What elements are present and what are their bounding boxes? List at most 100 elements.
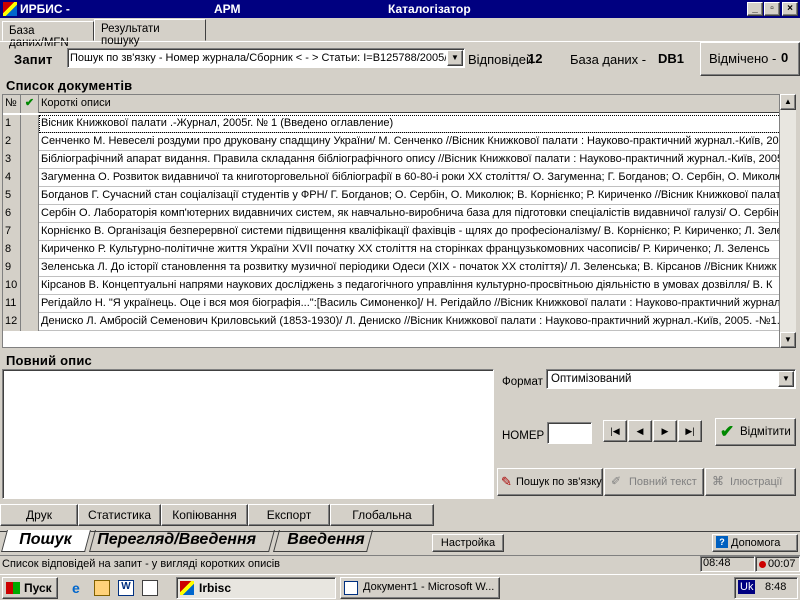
maximize-button[interactable]: ▫ <box>764 2 780 16</box>
full-desc-area[interactable] <box>2 369 494 499</box>
table-row[interactable]: 6 Сербін О. Лабораторія комп'ютерних вида… <box>3 205 779 223</box>
row-mark-checkbox[interactable] <box>21 205 39 223</box>
mode-tab-view[interactable]: Перегляд/Введення <box>89 530 275 552</box>
task-word-doc[interactable]: Документ1 - Microsoft W... <box>340 577 500 599</box>
table-row[interactable]: 7 Корнієнко В. Організація безперервної с… <box>3 223 779 241</box>
desktop-icon[interactable] <box>142 580 158 596</box>
full-text-button[interactable]: ✐ Повний текст <box>604 468 704 496</box>
row-mark-checkbox[interactable] <box>21 133 39 151</box>
start-button[interactable]: Пуск <box>2 577 58 599</box>
row-mark-checkbox[interactable] <box>21 169 39 187</box>
role-label: Каталогізатор <box>388 2 471 16</box>
settings-button[interactable]: Настройка <box>432 534 504 552</box>
nomer-input[interactable] <box>547 422 592 444</box>
table-row[interactable]: 8 Кириченко Р. Культурно-політичне життя … <box>3 241 779 259</box>
row-mark-checkbox[interactable] <box>21 115 39 133</box>
row-mark-checkbox[interactable] <box>21 277 39 295</box>
table-row[interactable]: 2 Сенченко М. Невеселі роздуми про друков… <box>3 133 779 151</box>
row-mark-checkbox[interactable] <box>21 223 39 241</box>
language-indicator[interactable]: Uk <box>738 580 756 594</box>
mode-tab-view-label: Перегляд/Введення <box>97 531 257 548</box>
row-mark-checkbox[interactable] <box>21 313 39 331</box>
query-label: Запит <box>14 52 53 67</box>
row-number: 4 <box>3 169 21 187</box>
export-button[interactable]: Експорт <box>248 504 330 526</box>
irbis-icon <box>180 581 194 595</box>
windows-logo-icon <box>6 582 20 594</box>
row-description: Кірсанов В. Концептуальні напрями науков… <box>41 279 773 291</box>
table-row[interactable]: 12 Дениско Л. Амбросій Семенович Криловсь… <box>3 313 779 331</box>
marked-box: Відмічено - 0 <box>700 42 800 76</box>
row-mark-checkbox[interactable] <box>21 187 39 205</box>
table-row[interactable]: 9 Зеленська Л. До історії становлення та … <box>3 259 779 277</box>
word-icon[interactable]: W <box>118 580 134 596</box>
table-row[interactable]: 4 Загуменна О. Розвиток видавничої та кни… <box>3 169 779 187</box>
chevron-down-icon[interactable]: ▼ <box>447 50 463 66</box>
row-number: 5 <box>3 187 21 205</box>
help-label: Допомога <box>731 537 781 549</box>
row-number: 9 <box>3 259 21 277</box>
table-row[interactable]: 10 Кірсанов В. Концептуальні напрями наук… <box>3 277 779 295</box>
close-button[interactable]: × <box>782 2 798 16</box>
scroll-up-icon[interactable]: ▲ <box>780 94 796 110</box>
table-row[interactable]: 5 Богданов Г. Сучасний стан соціалізації … <box>3 187 780 205</box>
full-text-icon: ✐ <box>611 474 622 488</box>
task-irbisc[interactable]: Irbisc <box>176 577 336 599</box>
row-number: 12 <box>3 313 21 331</box>
format-select[interactable]: Оптимізований ▼ <box>546 369 796 389</box>
table-row[interactable]: 3 Бібліографічний апарат видання. Правила… <box>3 151 780 169</box>
row-mark-checkbox[interactable] <box>21 259 39 277</box>
table-row[interactable]: 11 Регідайло Н. "Я українець. Оце і вся м… <box>3 295 780 313</box>
next-record-icon[interactable]: ▶ <box>653 420 677 442</box>
taskbar: Пуск e W Irbisc Документ1 - Microsoft W.… <box>0 574 800 600</box>
title-bar: ИРБИС - АРМ Каталогізатор _ ▫ × <box>0 0 800 18</box>
mode-tab-search[interactable]: Пошук <box>1 530 91 552</box>
row-description: Кириченко Р. Культурно-політичне життя У… <box>41 243 770 255</box>
ie-icon[interactable]: e <box>72 580 88 596</box>
chevron-down-icon[interactable]: ▼ <box>778 371 794 387</box>
col-num-header[interactable]: № <box>3 95 21 113</box>
col-desc-header[interactable]: Короткі описи <box>39 95 779 113</box>
tab-database[interactable]: База даних/MFN <box>2 21 94 49</box>
marked-label: Відмічено - <box>709 51 777 66</box>
print-button[interactable]: Друк <box>0 504 78 526</box>
responses-label: Відповідей <box>468 52 534 67</box>
task-word-doc-label: Документ1 - Microsoft W... <box>363 581 495 593</box>
copy-button[interactable]: Копіювання <box>161 504 248 526</box>
statistics-button[interactable]: Статистика <box>78 504 161 526</box>
row-mark-checkbox[interactable] <box>21 151 39 169</box>
format-label: Формат <box>502 376 543 388</box>
first-record-icon[interactable]: |◀ <box>603 420 627 442</box>
row-description: Сербін О. Лабораторія комп'ютерних видав… <box>41 207 779 219</box>
doclist-scrollbar[interactable]: ▲ ▼ <box>780 94 796 348</box>
row-mark-checkbox[interactable] <box>21 241 39 259</box>
db-value: DB1 <box>658 51 685 66</box>
outlook-icon[interactable] <box>94 580 110 596</box>
row-description: Вісник Книжкової палати .-Журнал, 2005г.… <box>39 115 779 133</box>
row-description: Бібліографічний апарат видання. Правила … <box>41 153 780 165</box>
mark-button[interactable]: ✔ Відмітити <box>715 418 796 446</box>
query-select[interactable]: Пошук по зв'язку - Номер журнала/Сборник… <box>67 48 465 68</box>
table-row[interactable]: 1 Вісник Книжкової палати .-Журнал, 2005г… <box>3 115 779 133</box>
minimize-button[interactable]: _ <box>747 2 763 16</box>
illustrations-button[interactable]: ⌘ Ілюстрації <box>705 468 796 496</box>
illustrations-icon: ⌘ <box>712 474 724 488</box>
table-header: № ✔ Короткі описи <box>3 95 779 113</box>
check-icon: ✔ <box>720 422 735 441</box>
mode-tab-input[interactable]: Введення <box>273 530 373 552</box>
prev-record-icon[interactable]: ◀ <box>628 420 652 442</box>
row-description: Зеленська Л. До історії становлення та р… <box>41 261 777 273</box>
doclist-table: № ✔ Короткі описи 1 Вісник Книжкової пала… <box>2 94 780 348</box>
check-icon[interactable]: ✔ <box>21 95 39 113</box>
global-button[interactable]: Глобальна <box>330 504 434 526</box>
help-icon: ? <box>716 536 728 548</box>
row-description: Богданов Г. Сучасний стан соціалізації с… <box>41 189 780 201</box>
row-mark-checkbox[interactable] <box>21 295 39 313</box>
last-record-icon[interactable]: ▶| <box>678 420 702 442</box>
format-value: Оптимізований <box>551 373 632 385</box>
row-description: Регідайло Н. "Я українець. Оце і вся моя… <box>41 297 780 309</box>
tab-search-results[interactable]: Результати пошуку <box>94 19 206 47</box>
link-search-button[interactable]: ✎ Пошук по зв'язку <box>497 468 603 496</box>
help-button[interactable]: ? Допомога <box>712 534 798 552</box>
scroll-down-icon[interactable]: ▼ <box>780 332 796 348</box>
